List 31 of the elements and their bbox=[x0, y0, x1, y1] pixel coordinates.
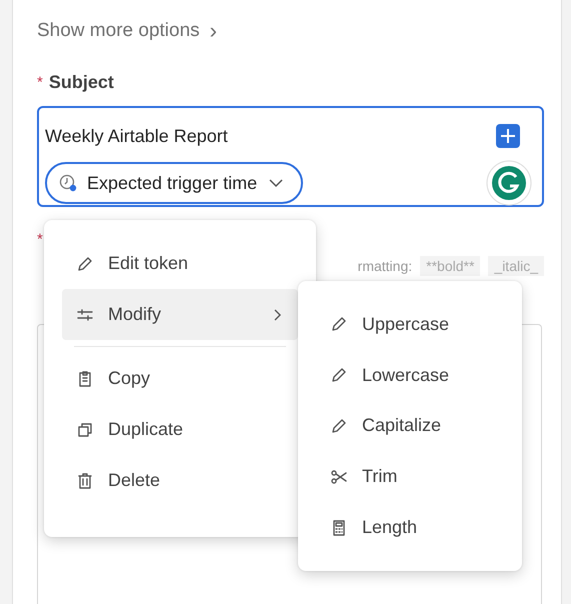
token-chip[interactable]: Expected trigger time bbox=[45, 162, 304, 204]
subject-field[interactable]: Weekly Airtable Report Expected trigger time bbox=[37, 106, 544, 207]
show-more-options-link[interactable]: Show more options › bbox=[37, 18, 217, 44]
format-hint: **bold** bbox=[420, 256, 480, 276]
menu-item[interactable]: Delete bbox=[62, 455, 298, 506]
field-label: Subject bbox=[48, 72, 114, 93]
pencil-icon bbox=[76, 254, 94, 272]
clock-icon bbox=[59, 174, 77, 192]
scissors-icon bbox=[330, 468, 348, 486]
duplicate-icon bbox=[76, 420, 94, 438]
menu-item[interactable]: Lowercase bbox=[316, 350, 522, 401]
menu-item[interactable]: Trim bbox=[316, 451, 522, 502]
format-hint: _italic_ bbox=[488, 256, 544, 276]
grammar-assistant-icon[interactable] bbox=[486, 160, 532, 206]
pencil-icon bbox=[330, 416, 348, 435]
add-icon[interactable] bbox=[496, 124, 520, 148]
menu-item[interactable]: Uppercase bbox=[316, 299, 522, 350]
trash-icon bbox=[76, 472, 94, 490]
required-mark: * bbox=[37, 74, 43, 91]
helper-text: rmatting: bbox=[358, 258, 412, 274]
chevron-icon: › bbox=[210, 18, 217, 44]
required-mark: * bbox=[37, 231, 43, 248]
menu-item[interactable]: Length bbox=[316, 502, 522, 553]
menu-item[interactable]: Modify bbox=[62, 289, 298, 340]
pencil-icon bbox=[330, 366, 348, 384]
pencil-icon bbox=[330, 315, 348, 334]
field-value: Weekly Airtable Report bbox=[45, 126, 229, 146]
menu-item[interactable]: Duplicate bbox=[62, 404, 298, 455]
menu-item[interactable]: Copy bbox=[62, 353, 298, 404]
menu-item[interactable]: Capitalize bbox=[316, 400, 522, 452]
menu-item[interactable]: Edit token bbox=[62, 238, 298, 289]
